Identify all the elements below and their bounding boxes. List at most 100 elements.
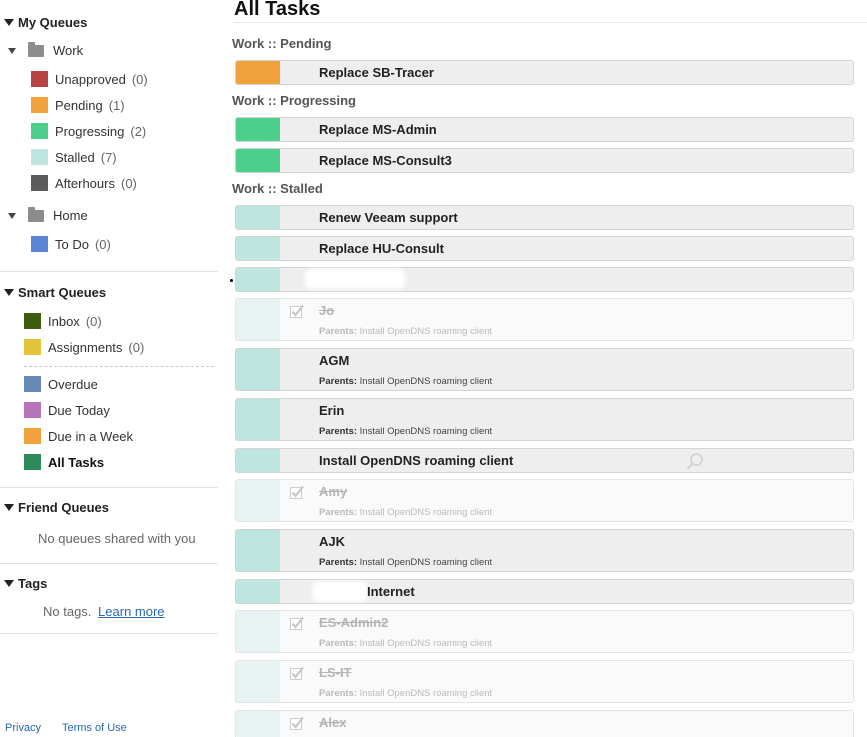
smart-queues-header[interactable]: Smart Queues [4,285,106,300]
task-color-swatch[interactable] [236,268,280,291]
queue-label: Assignments [48,339,123,355]
task-color-swatch[interactable] [236,206,280,229]
task-row-completed[interactable]: ES-Admin2 Parents: Install OpenDNS roami… [235,610,854,653]
queue-count: (2) [130,123,147,139]
task-title[interactable]: Erin [319,403,344,418]
task-row[interactable]: AJK Parents: Install OpenDNS roaming cli… [235,529,854,572]
divider [0,563,218,564]
task-row-completed[interactable]: Jo Parents: Install OpenDNS roaming clie… [235,298,854,341]
parents-value[interactable]: Install OpenDNS roaming client [360,638,493,649]
collapse-triangle-icon[interactable] [4,504,14,511]
task-row[interactable] [235,267,854,292]
queue-afterhours[interactable]: Afterhours (0) [31,175,137,191]
folder-work[interactable]: Work [8,41,83,58]
magnify-icon[interactable] [685,452,705,472]
privacy-link[interactable]: Privacy [5,722,41,734]
collapse-triangle-icon[interactable] [8,47,16,54]
task-row[interactable]: Replace SB-Tracer [235,60,854,85]
collapse-triangle-icon[interactable] [4,19,14,26]
task-title[interactable]: AJK [319,534,345,549]
terms-link[interactable]: Terms of Use [62,722,127,734]
queue-color-swatch [24,376,41,392]
task-title[interactable]: Replace MS-Consult3 [319,153,452,168]
task-color-swatch[interactable] [236,449,280,472]
task-row-completed[interactable]: Alex [235,710,854,737]
queue-inbox[interactable]: Inbox (0) [24,313,102,329]
task-row[interactable]: Renew Veeam support [235,205,854,230]
task-color-swatch[interactable] [236,399,280,440]
task-title[interactable]: Renew Veeam support [319,210,458,225]
task-row[interactable]: Replace MS-Admin [235,117,854,142]
queue-assignments[interactable]: Assignments (0) [24,339,144,355]
queue-due-today[interactable]: Due Today [24,402,110,418]
group-header: Work :: Pending [232,36,332,51]
parents-value[interactable]: Install OpenDNS roaming client [360,376,493,387]
queue-pending[interactable]: Pending (1) [31,97,125,113]
task-row[interactable]: Erin Parents: Install OpenDNS roaming cl… [235,398,854,441]
checkbox-checked-icon[interactable] [290,716,305,731]
collapse-triangle-icon[interactable] [4,580,14,587]
my-queues-header[interactable]: My Queues [4,15,87,30]
parents-value[interactable]: Install OpenDNS roaming client [360,557,493,568]
task-title[interactable]: Replace MS-Admin [319,122,437,137]
queue-stalled[interactable]: Stalled (7) [31,149,117,165]
queue-color-swatch [31,175,48,191]
task-title[interactable]: ES-Admin2 [319,615,388,630]
queue-to-do[interactable]: To Do (0) [31,236,111,252]
task-color-swatch[interactable] [236,480,280,521]
task-title[interactable]: Amy [319,484,347,499]
queue-color-swatch [31,71,48,87]
tags-header[interactable]: Tags [4,576,47,591]
task-row[interactable]: Replace MS-Consult3 [235,148,854,173]
checkbox-checked-icon[interactable] [290,485,305,500]
queue-due-in-a-week[interactable]: Due in a Week [24,428,133,444]
task-title[interactable]: Replace SB-Tracer [319,65,434,80]
queue-overdue[interactable]: Overdue [24,376,98,392]
title-divider [234,22,867,23]
task-title[interactable]: Alex [319,715,346,730]
task-row-completed[interactable]: Amy Parents: Install OpenDNS roaming cli… [235,479,854,522]
task-color-swatch[interactable] [236,349,280,390]
checkbox-checked-icon[interactable] [290,616,305,631]
task-color-swatch[interactable] [236,661,280,702]
task-title[interactable]: Internet [367,584,415,599]
friend-queues-header[interactable]: Friend Queues [4,500,109,515]
task-color-swatch[interactable] [236,237,280,260]
parents-value[interactable]: Install OpenDNS roaming client [360,688,493,699]
task-color-swatch[interactable] [236,711,280,737]
task-title[interactable]: Jo [319,303,334,318]
collapse-triangle-icon[interactable] [8,212,16,219]
divider [0,271,218,272]
task-row-completed[interactable]: LS-IT Parents: Install OpenDNS roaming c… [235,660,854,703]
queue-color-swatch [24,454,41,470]
checkbox-checked-icon[interactable] [290,666,305,681]
task-color-swatch[interactable] [236,530,280,571]
folder-home[interactable]: Home [8,206,88,223]
collapse-triangle-icon[interactable] [4,289,14,296]
tags-empty-text: No tags. [43,604,92,619]
task-title[interactable]: Install OpenDNS roaming client [319,453,513,468]
parents-value[interactable]: Install OpenDNS roaming client [360,426,493,437]
task-color-swatch[interactable] [236,611,280,652]
parents-value[interactable]: Install OpenDNS roaming client [360,507,493,518]
task-row[interactable]: Replace HU-Consult [235,236,854,261]
checkbox-checked-icon[interactable] [290,304,305,319]
task-title[interactable]: Replace HU-Consult [319,241,444,256]
task-row[interactable]: Internet [235,579,854,604]
queue-progressing[interactable]: Progressing (2) [31,123,146,139]
queue-all-tasks[interactable]: All Tasks [24,454,104,470]
task-color-swatch[interactable] [236,118,280,141]
learn-more-link[interactable]: Learn more [98,604,164,619]
parents-value[interactable]: Install OpenDNS roaming client [360,326,493,337]
task-row[interactable]: AGM Parents: Install OpenDNS roaming cli… [235,348,854,391]
task-title[interactable]: AGM [319,353,349,368]
task-color-swatch[interactable] [236,61,280,84]
task-color-swatch[interactable] [236,299,280,340]
task-row[interactable]: Install OpenDNS roaming client [235,448,854,473]
folder-label: Home [53,208,88,223]
task-color-swatch[interactable] [236,149,280,172]
queue-unapproved[interactable]: Unapproved (0) [31,71,148,87]
smart-queues-heading: Smart Queues [18,285,107,300]
task-color-swatch[interactable] [236,580,280,603]
task-title[interactable]: LS-IT [319,665,352,680]
